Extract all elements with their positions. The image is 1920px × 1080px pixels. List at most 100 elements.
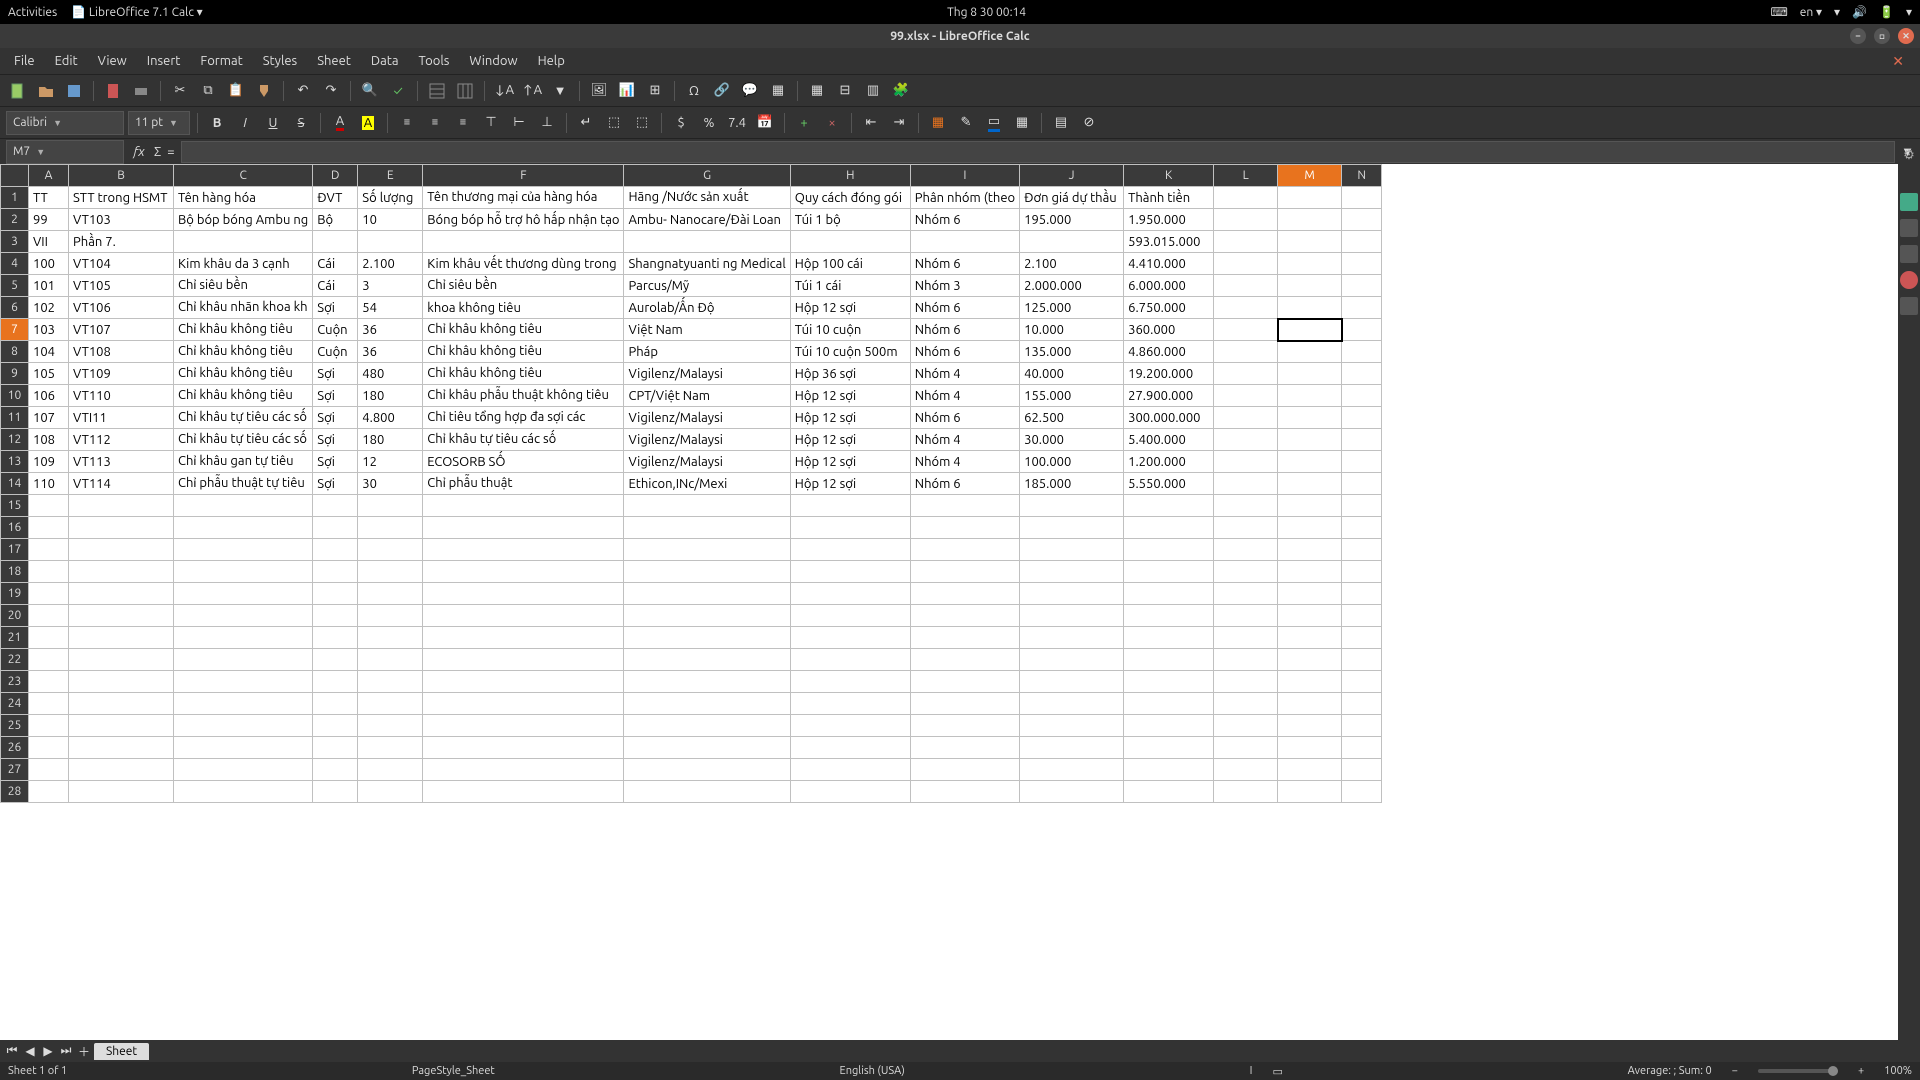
cell[interactable] (1342, 187, 1382, 209)
menu-help[interactable]: Help (528, 50, 575, 72)
align-center-icon[interactable]: ≡ (423, 111, 447, 135)
save-icon[interactable] (62, 79, 86, 103)
cell[interactable]: Chỉ khâu không tiêu (174, 363, 313, 385)
cell[interactable]: Nhóm 6 (910, 407, 1019, 429)
cell[interactable] (790, 649, 910, 671)
cell[interactable] (69, 605, 174, 627)
cell[interactable] (790, 561, 910, 583)
cell[interactable]: 5.400.000 (1124, 429, 1214, 451)
cell[interactable]: Số lượng (358, 187, 423, 209)
cell[interactable] (624, 605, 790, 627)
cell[interactable]: Chỉ khâu không tiêu (174, 385, 313, 407)
cell[interactable]: 19.200.000 (1124, 363, 1214, 385)
cell[interactable] (1124, 671, 1214, 693)
split-icon[interactable]: ⊟ (833, 79, 857, 103)
cell[interactable] (790, 605, 910, 627)
cell[interactable] (1278, 275, 1342, 297)
fx-icon[interactable]: fx (130, 145, 148, 159)
cell[interactable] (423, 759, 624, 781)
cell[interactable] (1342, 737, 1382, 759)
cell[interactable]: Sợi (313, 385, 358, 407)
cell[interactable] (1278, 737, 1342, 759)
borders-icon[interactable]: ▦ (926, 111, 950, 135)
cell[interactable] (1020, 715, 1124, 737)
cell[interactable]: 100 (29, 253, 69, 275)
cell[interactable] (790, 495, 910, 517)
cell[interactable] (174, 693, 313, 715)
cell[interactable]: 107 (29, 407, 69, 429)
cell[interactable]: Pháp (624, 341, 790, 363)
cell[interactable] (69, 671, 174, 693)
cell[interactable] (1342, 649, 1382, 671)
cell[interactable] (1214, 319, 1278, 341)
cell[interactable] (1278, 605, 1342, 627)
cell[interactable] (1020, 605, 1124, 627)
cell[interactable] (313, 495, 358, 517)
number-icon[interactable]: 7.4 (725, 111, 749, 135)
cell[interactable] (1020, 561, 1124, 583)
cell[interactable] (1124, 693, 1214, 715)
cell[interactable] (910, 605, 1019, 627)
cell[interactable] (1342, 539, 1382, 561)
cell[interactable] (423, 583, 624, 605)
row-header[interactable]: 8 (1, 341, 29, 363)
cell[interactable] (910, 671, 1019, 693)
status-pagestyle[interactable]: PageStyle_Sheet (412, 1065, 495, 1077)
font-size-combo[interactable]: 11 pt▼ (128, 111, 190, 135)
cell[interactable]: Nhóm 6 (910, 473, 1019, 495)
cell[interactable] (1214, 275, 1278, 297)
cell[interactable] (1342, 671, 1382, 693)
cell[interactable] (790, 737, 910, 759)
close-doc-icon[interactable]: ✕ (1882, 49, 1914, 74)
cell[interactable] (1278, 429, 1342, 451)
cell[interactable]: Hộp 12 sợi (790, 407, 910, 429)
cell[interactable]: 1.200.000 (1124, 451, 1214, 473)
cell[interactable] (1214, 341, 1278, 363)
cell[interactable] (1278, 495, 1342, 517)
cell[interactable]: 99 (29, 209, 69, 231)
cell[interactable] (1342, 517, 1382, 539)
cell[interactable] (29, 517, 69, 539)
cell[interactable]: 30.000 (1020, 429, 1124, 451)
cell[interactable] (910, 517, 1019, 539)
cell[interactable] (1278, 539, 1342, 561)
cell[interactable] (174, 561, 313, 583)
cell[interactable] (313, 737, 358, 759)
cell[interactable]: Hộp 12 sợi (790, 297, 910, 319)
cell[interactable] (358, 671, 423, 693)
cell[interactable] (69, 737, 174, 759)
cell[interactable]: Vigilenz/Malaysi (624, 429, 790, 451)
row-header[interactable]: 25 (1, 715, 29, 737)
cell[interactable] (1278, 715, 1342, 737)
cell[interactable]: Bộ bóp bóng Ambu ng (174, 209, 313, 231)
menu-insert[interactable]: Insert (137, 50, 191, 72)
cell[interactable]: VT109 (69, 363, 174, 385)
cell[interactable]: 593.015.000 (1124, 231, 1214, 253)
cell[interactable] (1278, 517, 1342, 539)
cell[interactable]: VTI11 (69, 407, 174, 429)
minimize-button[interactable]: – (1850, 28, 1866, 44)
cell[interactable]: Chỉ siêu bền (423, 275, 624, 297)
cell[interactable] (790, 517, 910, 539)
cell[interactable] (624, 671, 790, 693)
cell[interactable]: Chỉ khâu không tiêu (174, 319, 313, 341)
cell[interactable]: VT108 (69, 341, 174, 363)
align-bot-icon[interactable]: ⊥ (535, 111, 559, 135)
cell[interactable]: Chỉ khâu nhãn khoa kh (174, 297, 313, 319)
cell[interactable] (1278, 671, 1342, 693)
cell[interactable]: 36 (358, 319, 423, 341)
cell[interactable] (624, 737, 790, 759)
cell[interactable] (1278, 561, 1342, 583)
cell[interactable] (1214, 495, 1278, 517)
cell[interactable]: Cuộn (313, 319, 358, 341)
cell[interactable]: Quy cách đóng gói (790, 187, 910, 209)
chart-icon[interactable]: 📊 (615, 79, 639, 103)
clear-format-icon[interactable]: ⊘ (1077, 111, 1101, 135)
spreadsheet-grid[interactable]: ABCDEFGHIJKLMN1TTSTT trong HSMTTên hàng … (0, 164, 1382, 803)
cell[interactable]: Túi 10 cuộn 500m (790, 341, 910, 363)
cell[interactable] (358, 649, 423, 671)
cell[interactable] (1342, 561, 1382, 583)
cell[interactable] (313, 517, 358, 539)
cell[interactable] (1214, 759, 1278, 781)
cell[interactable]: Việt Nam (624, 319, 790, 341)
